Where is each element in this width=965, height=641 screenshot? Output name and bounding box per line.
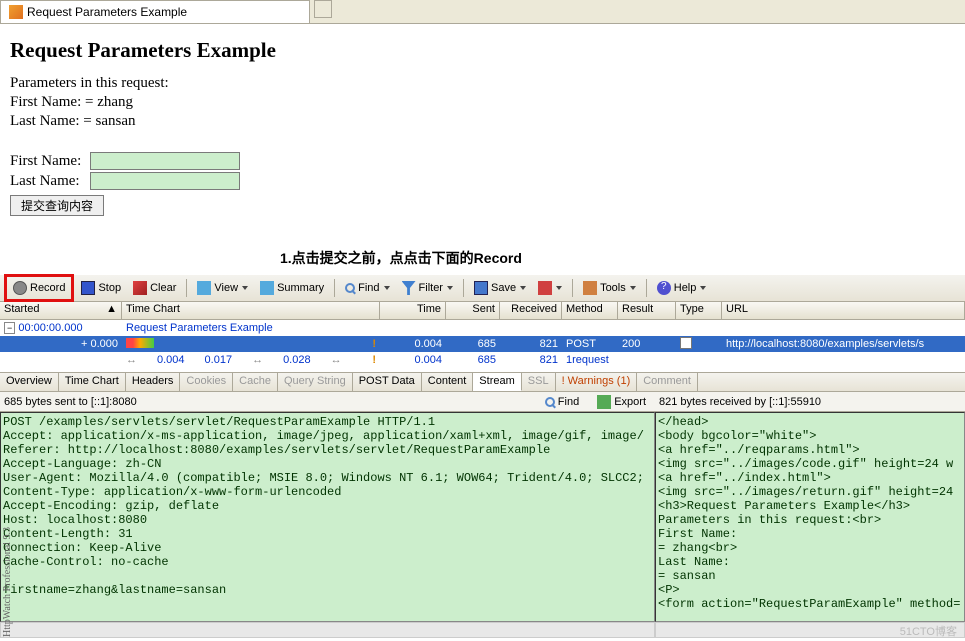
col-started[interactable]: Started ▲	[0, 302, 122, 319]
summary-icon	[260, 281, 274, 295]
warning-icon: !	[372, 338, 376, 350]
page-heading: Request Parameters Example	[10, 38, 955, 63]
record-alt-icon	[538, 281, 552, 295]
last-name-input[interactable]	[90, 172, 240, 190]
chevron-down-icon	[700, 286, 706, 290]
scroll-bar-left[interactable]	[0, 622, 655, 638]
tab-post-data[interactable]: POST Data	[353, 373, 422, 391]
summary-button[interactable]: Summary	[255, 278, 329, 298]
tab-ssl[interactable]: SSL	[522, 373, 556, 391]
col-time[interactable]: Time	[380, 302, 446, 319]
product-label: HttpWatch Professional 9.3	[2, 527, 13, 637]
time-chart-bar	[126, 338, 154, 348]
tab-stream[interactable]: Stream	[473, 373, 521, 391]
grid-group-row[interactable]: − 00:00:00.000 Request Parameters Exampl…	[0, 320, 965, 336]
filter-icon	[402, 281, 416, 295]
grid-body: − 00:00:00.000 Request Parameters Exampl…	[0, 320, 965, 368]
browser-tab-bar: Request Parameters Example	[0, 0, 965, 24]
tab-content[interactable]: Content	[422, 373, 474, 391]
col-type[interactable]: Type	[676, 302, 722, 319]
tools-button[interactable]: Tools	[578, 278, 641, 298]
stream-export-button[interactable]: Export	[592, 392, 651, 412]
col-url[interactable]: URL	[722, 302, 965, 319]
col-sent[interactable]: Sent	[446, 302, 500, 319]
help-button[interactable]: ?Help	[652, 278, 712, 298]
clear-button[interactable]: Clear	[128, 278, 181, 298]
last-name-label: Last Name:	[10, 173, 90, 190]
tab-title: Request Parameters Example	[27, 5, 187, 19]
page-content: Request Parameters Example Parameters in…	[0, 24, 965, 274]
col-time-chart[interactable]: Time Chart	[122, 302, 380, 319]
response-stream-panel[interactable]: </head> <body bgcolor="white"> <a href="…	[655, 412, 965, 622]
extra-button-1[interactable]	[533, 278, 567, 298]
search-icon	[345, 283, 355, 293]
tab-cookies[interactable]: Cookies	[180, 373, 233, 391]
tab-new-button[interactable]	[314, 0, 332, 18]
bytes-sent-text: 685 bytes sent to [::1]:8080	[4, 396, 137, 408]
chevron-down-icon	[242, 286, 248, 290]
grid-request-row[interactable]: + 0.000 ! 0.004 685 821 POST 200 http://…	[0, 336, 965, 352]
save-icon	[474, 281, 488, 295]
record-icon	[13, 281, 27, 295]
tab-comment[interactable]: Comment	[637, 373, 698, 391]
tools-icon	[583, 281, 597, 295]
record-button[interactable]: Record	[8, 278, 70, 298]
chevron-down-icon	[447, 286, 453, 290]
submit-button[interactable]: 提交查询内容	[10, 195, 104, 216]
tab-overview[interactable]: Overview	[0, 373, 59, 391]
chevron-down-icon	[384, 286, 390, 290]
view-button[interactable]: View	[192, 278, 253, 298]
filter-button[interactable]: Filter	[397, 278, 458, 298]
page-icon	[9, 5, 23, 19]
col-method[interactable]: Method	[562, 302, 618, 319]
browser-tab[interactable]: Request Parameters Example	[0, 0, 310, 23]
grid-summary-row[interactable]: ↔0.0040.017↔0.028↔! 0.004 685 821 1reque…	[0, 352, 965, 368]
clear-icon	[133, 281, 147, 295]
watermark: 51CTO博客	[900, 623, 957, 639]
stop-button[interactable]: Stop	[76, 278, 126, 298]
export-icon	[597, 395, 611, 409]
tab-time-chart[interactable]: Time Chart	[59, 373, 126, 391]
request-stream-panel[interactable]: POST /examples/servlets/servlet/RequestP…	[0, 412, 655, 622]
stream-panels: POST /examples/servlets/servlet/RequestP…	[0, 412, 965, 622]
detail-tabs: Overview Time Chart Headers Cookies Cach…	[0, 372, 965, 392]
tab-warnings[interactable]: ! Warnings (1)	[556, 373, 638, 391]
find-button[interactable]: Find	[340, 279, 394, 297]
chevron-down-icon	[630, 286, 636, 290]
col-received[interactable]: Received	[500, 302, 562, 319]
first-name-label: First Name:	[10, 153, 90, 170]
doc-icon	[680, 337, 692, 349]
httpwatch-toolbar: Record Stop Clear View Summary Find Filt…	[0, 274, 965, 302]
stream-find-button[interactable]: Find	[540, 392, 584, 412]
last-name-display: Last Name: = sansan	[10, 113, 955, 130]
intro-text: Parameters in this request:	[10, 75, 955, 92]
chevron-down-icon	[556, 286, 562, 290]
save-button[interactable]: Save	[469, 278, 531, 298]
first-name-input[interactable]	[90, 152, 240, 170]
warning-icon: !	[372, 354, 376, 366]
view-icon	[197, 281, 211, 295]
recv-info-bar: 821 bytes received by [::1]:55910	[655, 392, 965, 412]
chevron-down-icon	[520, 286, 526, 290]
grid-header: Started ▲ Time Chart Time Sent Received …	[0, 302, 965, 320]
first-name-display: First Name: = zhang	[10, 94, 955, 111]
record-highlight-box: Record	[4, 274, 74, 302]
tab-headers[interactable]: Headers	[126, 373, 181, 391]
search-icon	[545, 397, 555, 407]
tab-query-string[interactable]: Query String	[278, 373, 353, 391]
tab-cache[interactable]: Cache	[233, 373, 278, 391]
sent-info-bar: 685 bytes sent to [::1]:8080 Find Export	[0, 392, 655, 412]
bytes-received-text: 821 bytes received by [::1]:55910	[659, 396, 821, 408]
stop-icon	[81, 281, 95, 295]
annotation-text: 1.点击提交之前，点点击下面的Record	[280, 248, 522, 268]
col-result[interactable]: Result	[618, 302, 676, 319]
help-icon: ?	[657, 281, 671, 295]
